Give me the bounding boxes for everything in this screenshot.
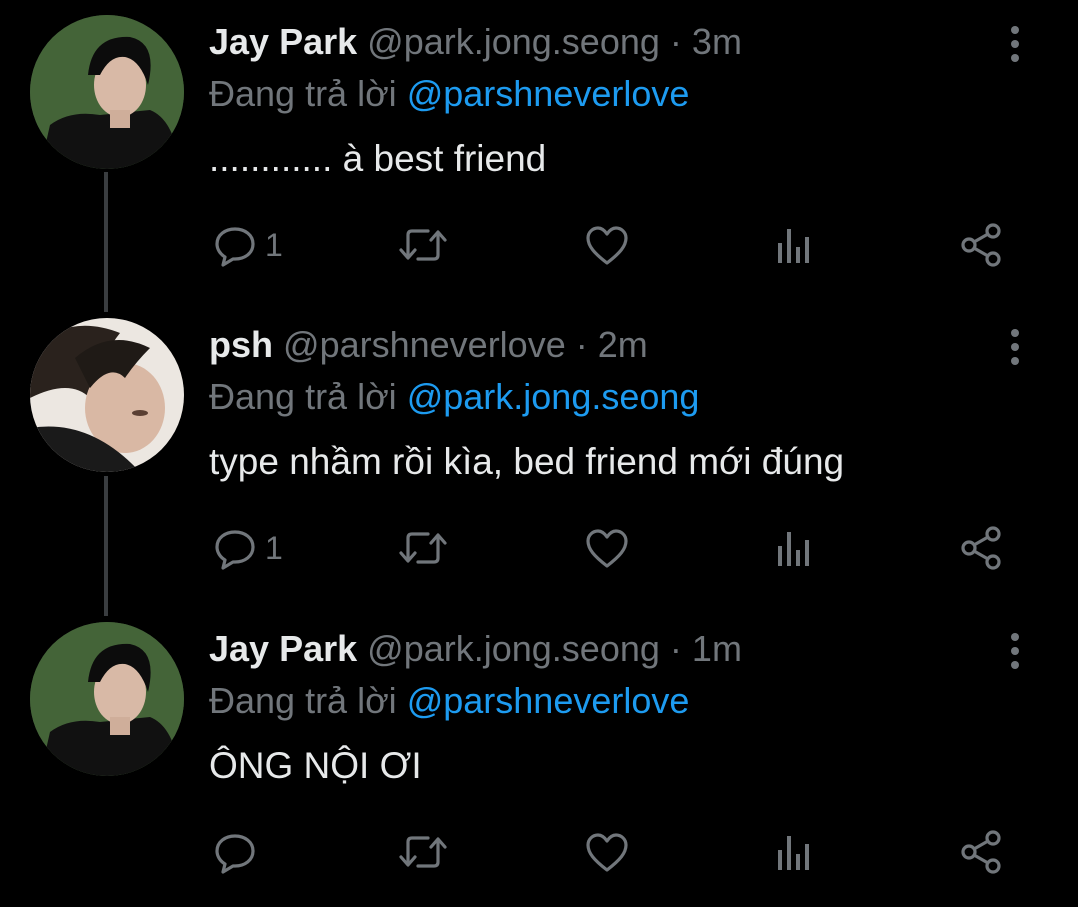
tweet-actions: 1	[0, 523, 1078, 573]
views-button[interactable]	[775, 220, 815, 270]
share-icon	[961, 223, 1001, 267]
retweet-icon	[399, 229, 447, 261]
like-button[interactable]	[584, 523, 630, 573]
share-icon	[961, 830, 1001, 874]
views-button[interactable]	[775, 827, 815, 877]
analytics-icon	[778, 836, 809, 870]
tweet[interactable]: Jay Park @park.jong.seong · 1m Đang trả …	[0, 607, 1078, 907]
views-button[interactable]	[775, 523, 815, 573]
heart-icon	[586, 833, 628, 872]
share-button[interactable]	[959, 827, 1003, 877]
author-name[interactable]: Jay Park	[209, 21, 357, 62]
retweet-button[interactable]	[398, 220, 448, 270]
avatar[interactable]	[30, 15, 184, 169]
analytics-icon	[778, 532, 809, 566]
tweet-header: psh @parshneverlove · 2m	[209, 321, 648, 369]
timestamp[interactable]: 1m	[692, 628, 742, 669]
mention-link[interactable]: @parshneverlove	[407, 73, 690, 114]
reply-icon	[215, 834, 255, 874]
retweet-icon	[399, 532, 447, 564]
replying-to: Đang trả lời @park.jong.seong	[209, 373, 699, 421]
replying-to: Đang trả lời @parshneverlove	[209, 70, 689, 118]
heart-icon	[586, 226, 628, 265]
share-icon	[961, 526, 1001, 570]
heart-icon	[586, 529, 628, 568]
reply-icon	[215, 530, 255, 570]
reply-count: 1	[265, 529, 283, 566]
separator-dot: ·	[575, 324, 588, 365]
tweet-header: Jay Park @park.jong.seong · 1m	[209, 625, 742, 673]
author-handle[interactable]: @park.jong.seong	[367, 21, 660, 62]
more-options-icon[interactable]	[1003, 24, 1027, 64]
replying-to-label: Đang trả lời	[209, 680, 397, 721]
tweet[interactable]: psh @parshneverlove · 2m Đang trả lời @p…	[0, 303, 1078, 603]
more-options-icon[interactable]	[1003, 327, 1027, 367]
timestamp[interactable]: 2m	[598, 324, 648, 365]
avatar[interactable]	[30, 622, 184, 776]
author-handle[interactable]: @park.jong.seong	[367, 628, 660, 669]
avatar[interactable]	[30, 318, 184, 472]
reply-button[interactable]	[213, 827, 265, 877]
retweet-button[interactable]	[398, 523, 448, 573]
like-button[interactable]	[584, 827, 630, 877]
more-options-icon[interactable]	[1003, 631, 1027, 671]
reply-button[interactable]: 1	[213, 523, 283, 573]
tweet-text: ............ à best friend	[209, 138, 547, 179]
separator-dot: ·	[669, 628, 682, 669]
reply-icon	[215, 227, 255, 267]
share-button[interactable]	[959, 220, 1003, 270]
separator-dot: ·	[669, 21, 682, 62]
share-button[interactable]	[959, 523, 1003, 573]
analytics-icon	[778, 229, 809, 263]
like-button[interactable]	[584, 220, 630, 270]
tweet-actions	[0, 827, 1078, 877]
reply-button[interactable]: 1	[213, 220, 283, 270]
mention-link[interactable]: @park.jong.seong	[407, 376, 700, 417]
timestamp[interactable]: 3m	[692, 21, 742, 62]
tweet-actions: 1	[0, 220, 1078, 270]
retweet-icon	[399, 836, 447, 868]
reply-count: 1	[265, 226, 283, 263]
tweet-header: Jay Park @park.jong.seong · 3m	[209, 18, 742, 66]
tweet[interactable]: Jay Park @park.jong.seong · 3m Đang trả …	[0, 0, 1078, 300]
replying-to: Đang trả lời @parshneverlove	[209, 677, 689, 725]
replying-to-label: Đang trả lời	[209, 376, 397, 417]
tweet-text: ÔNG NỘI ƠI	[209, 745, 422, 786]
tweet-text: type nhầm rồi kìa, bed friend mới đúng	[209, 441, 845, 482]
author-name[interactable]: Jay Park	[209, 628, 357, 669]
author-name[interactable]: psh	[209, 324, 273, 365]
author-handle[interactable]: @parshneverlove	[283, 324, 566, 365]
mention-link[interactable]: @parshneverlove	[407, 680, 690, 721]
replying-to-label: Đang trả lời	[209, 73, 397, 114]
retweet-button[interactable]	[398, 827, 448, 877]
